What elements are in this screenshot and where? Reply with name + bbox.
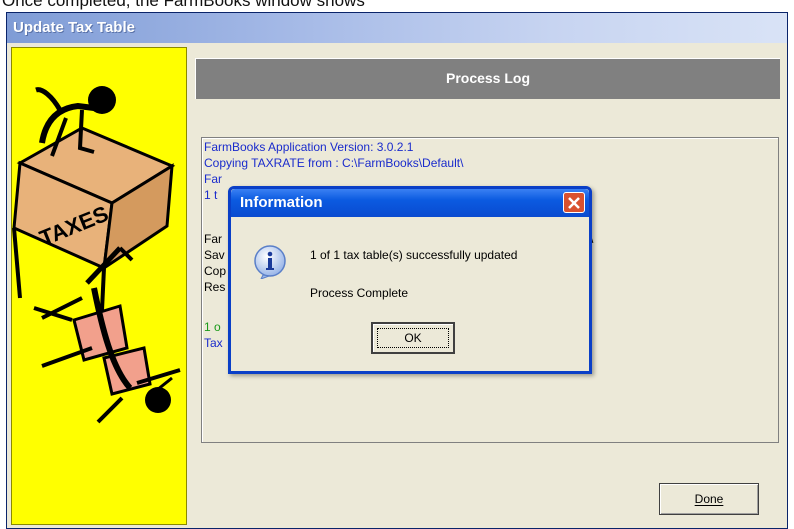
log-line: FarmBooks Application Version: 3.0.2.1: [204, 140, 414, 154]
information-dialog: Information 1 of 1 tax table(s) successf…: [228, 186, 592, 374]
dialog-message: 1 of 1 tax table(s) successfully updated: [310, 248, 518, 262]
log-line-partial: Far: [204, 232, 222, 246]
done-button[interactable]: Done: [659, 483, 759, 515]
process-log-title: Process Log: [445, 70, 531, 86]
taxes-cartoon-illustration: TAXES: [12, 86, 181, 424]
window-title: Update Tax Table: [13, 19, 135, 36]
dialog-title: Information: [240, 194, 323, 211]
info-icon: [254, 245, 286, 279]
cropped-caption-text: Once completed, the FarmBooks window sho…: [2, 0, 365, 10]
process-log-header: Process Log: [195, 58, 780, 99]
log-line-partial: Tax: [204, 336, 223, 350]
taxes-illustration-panel: TAXES: [11, 47, 187, 525]
log-line: Copying TAXRATE from : C:\FarmBooks\Defa…: [204, 156, 464, 170]
close-icon: [568, 197, 580, 209]
focus-rectangle: [377, 328, 449, 348]
update-tax-table-window: Update Tax Table TAXES Process Log FarmB…: [6, 12, 788, 529]
log-line-partial: Res: [204, 280, 226, 294]
log-line-partial: 1 t: [204, 188, 218, 202]
log-line-partial: 1 o: [204, 320, 221, 334]
done-button-label: Done: [694, 492, 724, 506]
dialog-status: Process Complete: [310, 286, 409, 300]
close-button[interactable]: [563, 192, 585, 213]
window-titlebar[interactable]: Update Tax Table: [7, 13, 787, 43]
log-line-partial: Cop: [204, 264, 227, 278]
dialog-titlebar[interactable]: Information: [231, 189, 589, 217]
log-line-partial: Far: [204, 172, 222, 186]
log-line-partial: Sav: [204, 248, 225, 262]
ok-button[interactable]: OK: [371, 322, 455, 354]
